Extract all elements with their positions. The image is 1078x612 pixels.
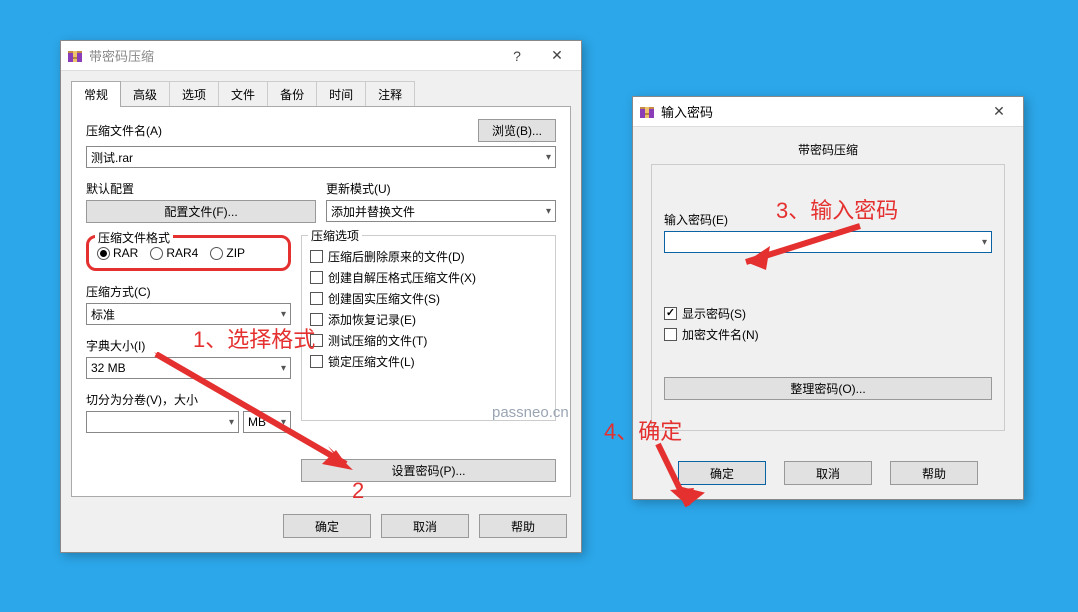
- encrypt-filenames-checkbox[interactable]: 加密文件名(N): [664, 326, 992, 343]
- format-rar4-radio[interactable]: RAR4: [150, 246, 198, 260]
- opt-test[interactable]: 测试压缩的文件(T): [310, 332, 547, 349]
- filename-input[interactable]: 测试.rar▾: [86, 146, 556, 168]
- help-dialog-button[interactable]: 帮助: [479, 514, 567, 538]
- winrar-icon: [67, 48, 83, 64]
- set-password-button[interactable]: 设置密码(P)...: [301, 459, 556, 482]
- pwd-titlebar: 输入密码 ✕: [633, 97, 1023, 127]
- pwd-close-button[interactable]: ✕: [979, 98, 1019, 126]
- titlebar: 带密码压缩 ? ✕: [61, 41, 581, 71]
- update-mode-select[interactable]: 添加并替换文件▾: [326, 200, 556, 222]
- tab-panel-general: 压缩文件名(A) 浏览(B)... 测试.rar▾ 默认配置 配置文件(F)..…: [71, 106, 571, 497]
- tab-files[interactable]: 文件: [218, 81, 268, 107]
- dialog-button-row: 确定 取消 帮助: [61, 506, 581, 552]
- tab-options[interactable]: 选项: [169, 81, 219, 107]
- compression-options-group: 压缩选项 压缩后删除原来的文件(D) 创建自解压格式压缩文件(X) 创建固实压缩…: [301, 235, 556, 421]
- pwd-help-button[interactable]: 帮助: [890, 461, 978, 485]
- organize-passwords-button[interactable]: 整理密码(O)...: [664, 377, 992, 400]
- opt-lock[interactable]: 锁定压缩文件(L): [310, 353, 547, 370]
- cancel-button[interactable]: 取消: [381, 514, 469, 538]
- password-field-label: 输入密码(E): [664, 211, 992, 228]
- tab-general[interactable]: 常规: [71, 81, 121, 107]
- winrar-icon: [639, 104, 655, 120]
- format-legend: 压缩文件格式: [95, 229, 173, 246]
- default-profile-label: 默认配置: [86, 180, 316, 197]
- split-unit-select[interactable]: MB▾: [243, 411, 291, 433]
- split-label: 切分为分卷(V)，大小: [86, 391, 291, 408]
- dialog-title: 带密码压缩: [89, 46, 154, 65]
- compression-method-select[interactable]: 标准▾: [86, 303, 291, 325]
- tab-comment[interactable]: 注释: [365, 81, 415, 107]
- tab-strip: 常规 高级 选项 文件 备份 时间 注释: [71, 81, 571, 107]
- close-button[interactable]: ✕: [537, 42, 577, 70]
- pwd-cancel-button[interactable]: 取消: [784, 461, 872, 485]
- opt-delete-after[interactable]: 压缩后删除原来的文件(D): [310, 248, 547, 265]
- update-mode-label: 更新模式(U): [326, 180, 556, 197]
- browse-button[interactable]: 浏览(B)...: [478, 119, 556, 142]
- format-zip-radio[interactable]: ZIP: [210, 246, 245, 260]
- archive-options-dialog: 带密码压缩 ? ✕ 常规 高级 选项 文件 备份 时间 注释 压缩文件名(A) …: [60, 40, 582, 553]
- compression-options-legend: 压缩选项: [308, 227, 362, 244]
- pwd-caption: 带密码压缩: [633, 127, 1023, 164]
- archive-format-group: 压缩文件格式 RAR RAR4 ZIP: [86, 235, 291, 271]
- pwd-dialog-title: 输入密码: [661, 102, 713, 121]
- help-button[interactable]: ?: [497, 42, 537, 70]
- opt-sfx[interactable]: 创建自解压格式压缩文件(X): [310, 269, 547, 286]
- opt-solid[interactable]: 创建固实压缩文件(S): [310, 290, 547, 307]
- filename-label: 压缩文件名(A): [86, 122, 468, 139]
- enter-password-dialog: 输入密码 ✕ 带密码压缩 输入密码(E) ▾ 显示密码(S) 加密文件名(N) …: [632, 96, 1024, 500]
- ok-button[interactable]: 确定: [283, 514, 371, 538]
- password-input[interactable]: ▾: [664, 231, 992, 253]
- profiles-button[interactable]: 配置文件(F)...: [86, 200, 316, 223]
- pwd-ok-button[interactable]: 确定: [678, 461, 766, 485]
- format-rar-radio[interactable]: RAR: [97, 246, 138, 260]
- dictionary-size-select[interactable]: 32 MB▾: [86, 357, 291, 379]
- tab-time[interactable]: 时间: [316, 81, 366, 107]
- split-size-input[interactable]: ▾: [86, 411, 239, 433]
- tab-backup[interactable]: 备份: [267, 81, 317, 107]
- pwd-button-row: 确定 取消 帮助: [633, 453, 1023, 499]
- password-group: 输入密码(E) ▾ 显示密码(S) 加密文件名(N) 整理密码(O)...: [651, 164, 1005, 431]
- tab-advanced[interactable]: 高级: [120, 81, 170, 107]
- dictionary-size-label: 字典大小(I): [86, 337, 291, 354]
- compression-method-label: 压缩方式(C): [86, 283, 291, 300]
- show-password-checkbox[interactable]: 显示密码(S): [664, 305, 992, 322]
- opt-recovery[interactable]: 添加恢复记录(E): [310, 311, 547, 328]
